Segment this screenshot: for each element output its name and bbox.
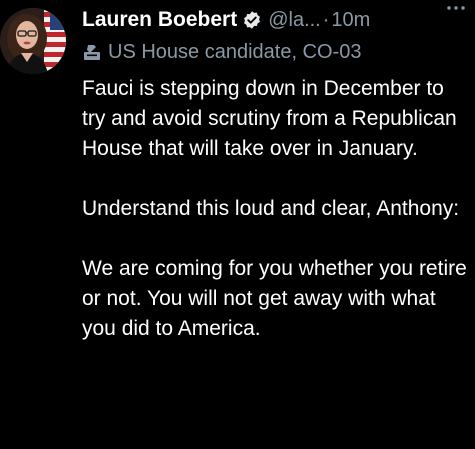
tweet[interactable]: Lauren Boebert @la... · 10m US House can…	[0, 0, 475, 449]
tweet-header: Lauren Boebert @la... · 10m	[82, 6, 467, 34]
account-label-text: US House candidate, CO-03	[108, 40, 362, 63]
tweet-paragraph: Fauci is stepping down in December to tr…	[82, 77, 457, 160]
tweet-paragraph: We are coming for you whether you retire…	[82, 257, 467, 340]
account-label[interactable]: US House candidate, CO-03	[82, 38, 361, 66]
avatar[interactable]	[0, 8, 66, 74]
author-name[interactable]: Lauren Boebert	[82, 8, 237, 32]
avatar-image	[0, 8, 66, 74]
author-handle[interactable]: @la...	[268, 9, 321, 32]
ballot-box-icon	[82, 42, 102, 62]
verified-badge-icon	[242, 10, 262, 30]
tweet-text: Fauci is stepping down in December to tr…	[82, 74, 472, 344]
separator-dot: ·	[322, 8, 330, 31]
tweet-paragraph: Understand this loud and clear, Anthony:	[82, 197, 460, 220]
timestamp[interactable]: 10m	[331, 9, 370, 32]
more-horizontal-icon[interactable]	[445, 0, 467, 23]
